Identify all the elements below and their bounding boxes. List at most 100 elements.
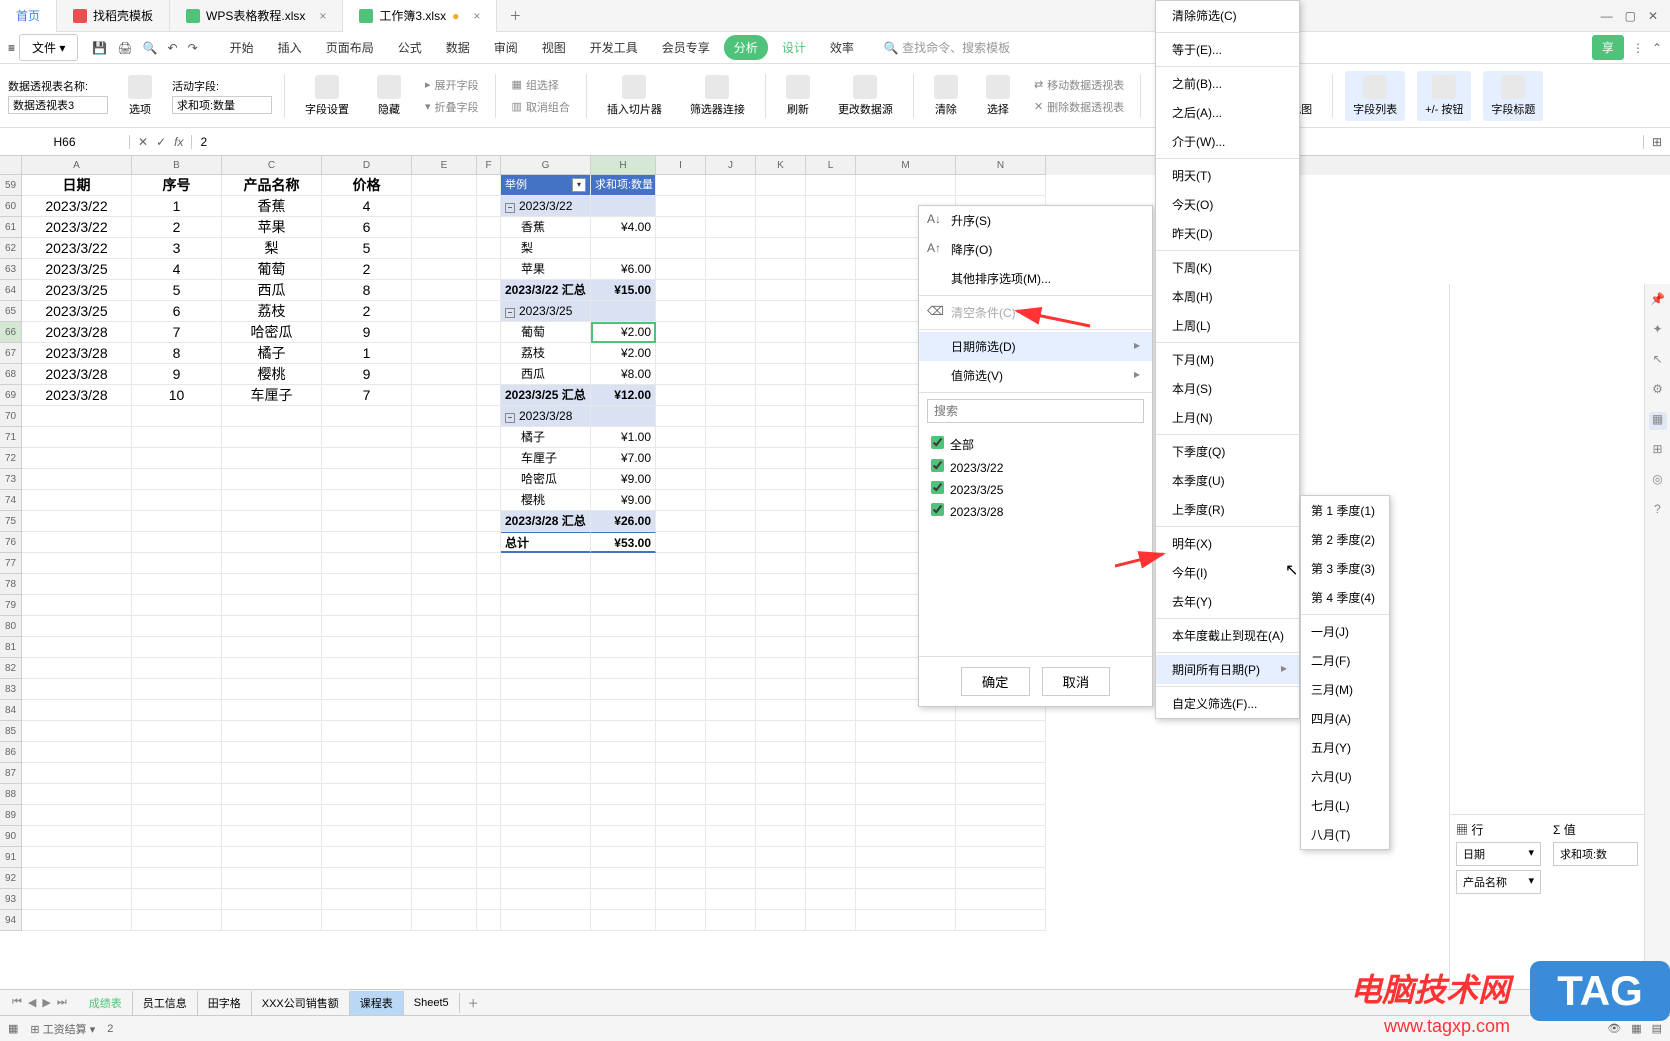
row-header[interactable]: 73 (0, 469, 22, 490)
value-field[interactable]: 求和项:数 (1553, 842, 1638, 866)
group-select-button[interactable]: ▦组选择 (508, 75, 574, 95)
ribbon-tab[interactable]: 效率 (820, 35, 864, 60)
submenu-item[interactable]: 昨天(D) (1156, 219, 1299, 248)
row-field-date[interactable]: 日期▾ (1456, 842, 1541, 866)
period-item[interactable]: 四月(A) (1301, 704, 1389, 733)
field-headers-button[interactable]: 字段标题 (1483, 71, 1543, 121)
row-header[interactable]: 67 (0, 343, 22, 364)
add-sheet-button[interactable]: ＋ (460, 995, 487, 1011)
tab-template[interactable]: 找稻壳模板 (57, 0, 170, 32)
row-header[interactable]: 76 (0, 532, 22, 553)
close-icon[interactable]: × (319, 9, 326, 23)
print-icon[interactable]: 🖨 (115, 39, 134, 57)
collapse-field-button[interactable]: ▾折叠字段 (421, 97, 483, 117)
submenu-item[interactable]: 介于(W)... (1156, 127, 1299, 156)
tab-file-2[interactable]: 工作簿3.xlsx ● × (343, 0, 497, 32)
sheet-nav-last-icon[interactable]: ⏭ (57, 996, 67, 1009)
more-icon[interactable]: ⋮ (1632, 41, 1644, 55)
check-date[interactable]: 2023/3/22 (931, 456, 1140, 478)
col-header[interactable]: L (806, 156, 856, 175)
cancel-formula-icon[interactable]: ✕ (138, 135, 148, 149)
row-header[interactable]: 59 (0, 175, 22, 196)
location-icon[interactable]: ◎ (1649, 472, 1667, 490)
app-menu-icon[interactable]: ≡ (8, 41, 15, 55)
move-pivot-button[interactable]: ⇄移动数据透视表 (1030, 75, 1128, 95)
col-header[interactable]: J (706, 156, 756, 175)
share-button[interactable]: 享 (1592, 35, 1624, 60)
check-all[interactable]: 全部 (931, 433, 1140, 456)
submenu-item[interactable]: 上季度(R) (1156, 495, 1299, 524)
ribbon-tab-design[interactable]: 设计 (772, 35, 816, 60)
period-item[interactable]: 八月(T) (1301, 820, 1389, 849)
tab-add-button[interactable]: ＋ (497, 7, 533, 24)
period-item[interactable]: 第 2 季度(2) (1301, 525, 1389, 554)
grid-cells[interactable]: 日期序号产品名称价格举例▾求和项:数量2023/3/221香蕉4−2023/3/… (22, 175, 1670, 931)
period-item[interactable]: 第 3 季度(3) (1301, 554, 1389, 583)
period-item[interactable]: 第 4 季度(4) (1301, 583, 1389, 612)
col-header[interactable]: G (501, 156, 591, 175)
row-header[interactable]: 86 (0, 742, 22, 763)
submenu-item[interactable]: 期间所有日期(P)▸ (1156, 655, 1299, 684)
options-button[interactable]: 选项 (120, 71, 160, 121)
row-header[interactable]: 75 (0, 511, 22, 532)
col-header[interactable]: H (591, 156, 656, 175)
confirm-formula-icon[interactable]: ✓ (156, 135, 166, 149)
submenu-item[interactable]: 去年(Y) (1156, 587, 1299, 616)
pivot-dropdown-icon[interactable]: ▾ (572, 178, 586, 192)
col-header[interactable]: F (477, 156, 501, 175)
fx-icon[interactable]: fx (174, 135, 183, 149)
buttons-button[interactable]: +/- 按钮 (1417, 71, 1471, 121)
close-window-icon[interactable]: ✕ (1648, 9, 1658, 23)
cancel-button[interactable]: 取消 (1042, 667, 1111, 696)
active-field-input[interactable] (172, 96, 272, 114)
ribbon-tab[interactable]: 页面布局 (316, 35, 384, 60)
value-filter-item[interactable]: 值筛选(V)▸ (919, 361, 1152, 390)
submenu-item[interactable]: 本年度截止到现在(A) (1156, 621, 1299, 650)
field-settings-button[interactable]: 字段设置 (297, 71, 357, 121)
cursor-icon[interactable]: ↖ (1649, 352, 1667, 370)
row-header[interactable]: 74 (0, 490, 22, 511)
row-header[interactable]: 78 (0, 574, 22, 595)
calc-button[interactable]: ⊞ 工资结算 ▾ (30, 1021, 95, 1037)
row-header[interactable]: 62 (0, 238, 22, 259)
sheet-tab[interactable]: 田字格 (198, 991, 252, 1015)
check-date[interactable]: 2023/3/25 (931, 478, 1140, 500)
row-header[interactable]: 89 (0, 805, 22, 826)
col-header[interactable]: M (856, 156, 956, 175)
submenu-item[interactable]: 之后(A)... (1156, 98, 1299, 127)
sparkle-icon[interactable]: ✦ (1649, 322, 1667, 340)
row-header[interactable]: 64 (0, 280, 22, 301)
hide-button[interactable]: 隐藏 (369, 71, 409, 121)
name-box[interactable]: H66 (0, 135, 130, 149)
row-header[interactable]: 81 (0, 637, 22, 658)
row-header[interactable]: 84 (0, 700, 22, 721)
ok-button[interactable]: 确定 (961, 667, 1030, 696)
submenu-item[interactable]: 下月(M) (1156, 345, 1299, 374)
row-header[interactable]: 94 (0, 910, 22, 931)
maximize-icon[interactable]: ▢ (1625, 9, 1636, 23)
row-header[interactable]: 79 (0, 595, 22, 616)
row-header[interactable]: 85 (0, 721, 22, 742)
sheet-tab[interactable]: Sheet5 (404, 993, 460, 1013)
period-item[interactable]: 三月(M) (1301, 675, 1389, 704)
save-icon[interactable]: 💾 (90, 39, 109, 57)
page-view-icon[interactable]: ▤ (1652, 1022, 1662, 1035)
col-header[interactable]: N (956, 156, 1046, 175)
sheet-tab[interactable]: 课程表 (350, 991, 404, 1015)
change-source-button[interactable]: 更改数据源 (830, 71, 901, 121)
clear-cond-item[interactable]: ⌫清空条件(C) (919, 298, 1152, 327)
col-header[interactable]: E (412, 156, 477, 175)
submenu-item[interactable]: 本周(H) (1156, 282, 1299, 311)
col-header[interactable]: K (756, 156, 806, 175)
connections-icon[interactable]: ⊞ (1649, 442, 1667, 460)
row-header[interactable]: 66 (0, 322, 22, 343)
row-header[interactable]: 88 (0, 784, 22, 805)
col-header[interactable]: B (132, 156, 222, 175)
submenu-item[interactable]: 之前(B)... (1156, 69, 1299, 98)
close-icon[interactable]: × (473, 9, 480, 23)
row-header[interactable]: 92 (0, 868, 22, 889)
row-header[interactable]: 65 (0, 301, 22, 322)
search-box[interactable]: 🔍 查找命令、搜索模板 (884, 39, 1010, 56)
grid-view-icon[interactable]: ▦ (1631, 1022, 1641, 1035)
expand-field-button[interactable]: ▸展开字段 (421, 75, 483, 95)
